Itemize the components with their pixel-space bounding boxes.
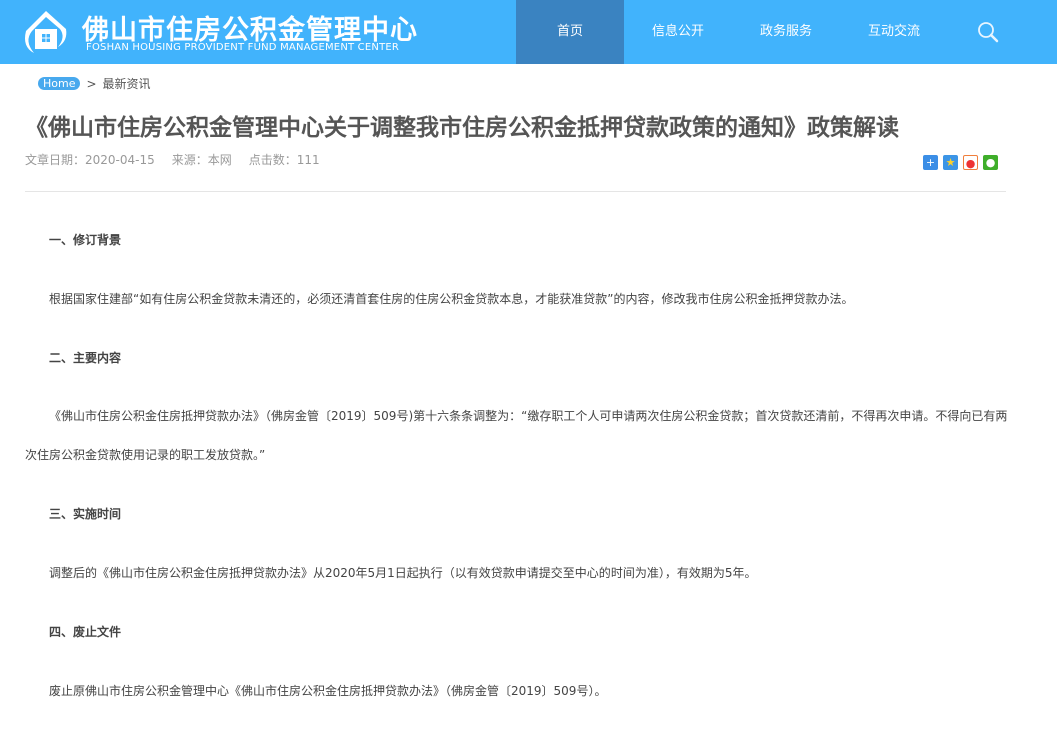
section-heading: 一、修订背景: [49, 233, 122, 247]
breadcrumb: Home > 最新资讯: [38, 75, 151, 92]
site-header: 佛山市住房公积金管理中心 FOSHAN HOUSING PROVIDENT FU…: [0, 0, 1057, 64]
nav-home[interactable]: 首页: [516, 0, 624, 64]
article-clicks: 点击数：111: [248, 153, 320, 167]
share-qzone-icon[interactable]: ★: [943, 155, 958, 170]
breadcrumb-current[interactable]: 最新资讯: [103, 75, 151, 92]
nav-info-disclosure[interactable]: 信息公开: [624, 0, 732, 64]
site-subtitle: FOSHAN HOUSING PROVIDENT FUND MANAGEMENT…: [86, 42, 400, 53]
share-bar: + ★ ● ●: [923, 155, 998, 170]
paragraph: 调整后的《佛山市住房公积金住房抵押贷款办法》从2020年5月1日起执行（以有效贷…: [49, 566, 757, 580]
article-source: 来源：本网: [171, 153, 232, 167]
section-heading: 二、主要内容: [49, 351, 122, 365]
article-meta: 文章日期：2020-04-15 来源：本网 点击数：111: [25, 151, 320, 168]
search-icon[interactable]: [976, 20, 1000, 44]
share-weibo-icon[interactable]: ●: [963, 155, 978, 170]
paragraph: 废止原佛山市住房公积金管理中心《佛山市住房公积金住房抵押贷款办法》（佛房金管〔2…: [49, 684, 607, 698]
nav-interaction[interactable]: 互动交流: [840, 0, 948, 64]
nav-gov-services[interactable]: 政务服务: [732, 0, 840, 64]
share-wechat-icon[interactable]: ●: [983, 155, 998, 170]
divider: [25, 191, 1006, 192]
main-nav: 首页 信息公开 政务服务 互动交流: [516, 0, 948, 64]
paragraph: 根据国家住建部“如有住房公积金贷款未清还的，必须还清首套住房的住房公积金贷款本息…: [49, 292, 854, 306]
logo-house-icon[interactable]: [20, 7, 72, 57]
breadcrumb-separator: >: [86, 76, 97, 91]
paragraph: 《佛山市住房公积金住房抵押贷款办法》（佛房金管〔2019〕509号)第十六条条调…: [25, 409, 1008, 462]
share-more-icon[interactable]: +: [923, 155, 938, 170]
section-heading: 四、废止文件: [49, 625, 122, 639]
article-title: 《佛山市住房公积金管理中心关于调整我市住房公积金抵押贷款政策的通知》政策解读: [25, 115, 899, 141]
article-body: 一、修订背景 根据国家住建部“如有住房公积金贷款未清还的，必须还清首套住房的住房…: [25, 220, 1010, 730]
article-date: 文章日期：2020-04-15: [25, 153, 155, 167]
section-heading: 三、实施时间: [49, 507, 122, 521]
breadcrumb-home[interactable]: Home: [38, 77, 81, 90]
